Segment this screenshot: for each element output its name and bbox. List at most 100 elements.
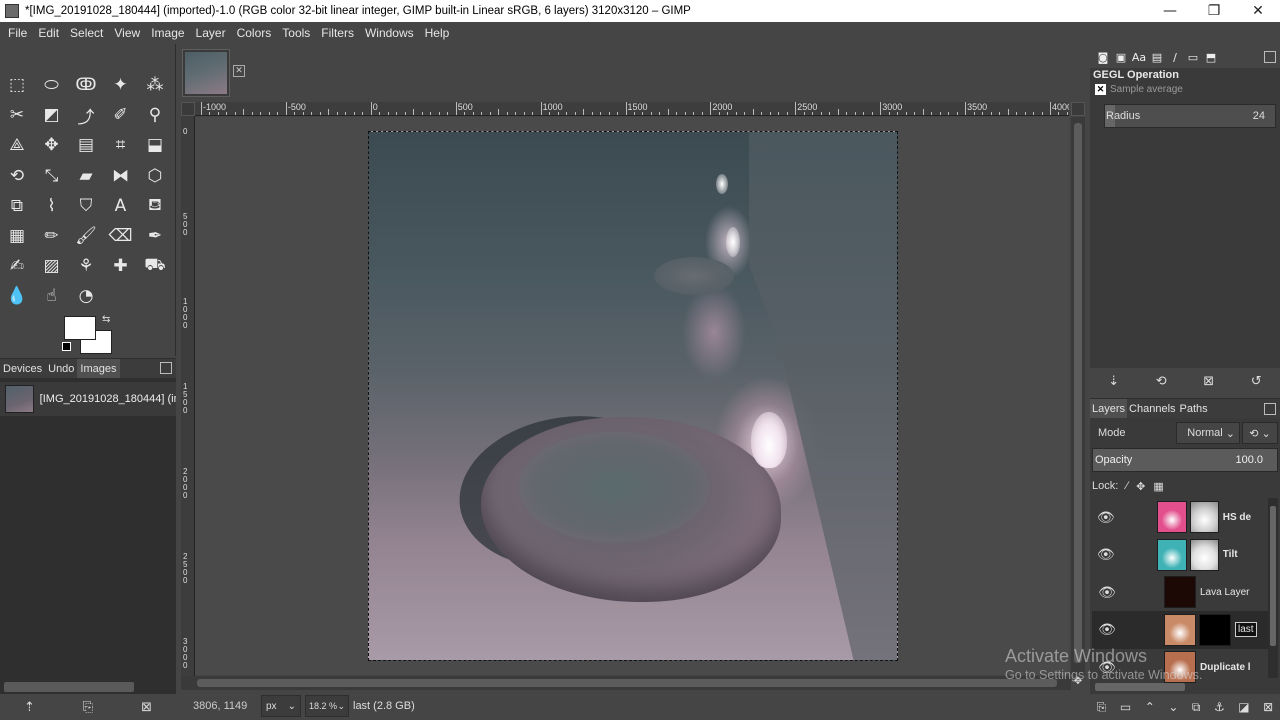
fonts-tab-icon[interactable]: Aa [1130,49,1148,65]
add-mask-icon[interactable]: ◪ [1238,700,1249,714]
menu-help[interactable]: Help [419,26,455,40]
image-tab[interactable] [182,49,230,97]
remove-operation-icon[interactable]: ✕ [1095,84,1106,95]
menu-file[interactable]: File [2,26,32,40]
bucket-fill-tool-icon[interactable]: ⛾ [142,193,168,219]
menu-image[interactable]: Image [145,26,189,40]
gradients-tab-icon[interactable]: ▭ [1184,49,1202,65]
dock-menu-icon[interactable] [160,362,172,374]
layer-thumbnail[interactable] [1164,576,1196,608]
crop-tool-icon[interactable]: ⌗ [108,132,134,158]
blur-sharpen-tool-icon[interactable]: 💧 [4,283,30,309]
shear-tool-icon[interactable]: ▰ [73,163,99,189]
layers-scrollbar[interactable] [1268,498,1278,678]
eye-icon[interactable]: 👁 [1094,584,1120,601]
close-window-button[interactable]: ✕ [1236,0,1280,22]
lock-position-icon[interactable]: ✥ [1136,480,1145,493]
menu-select[interactable]: Select [64,26,108,40]
zoom-select[interactable]: 18.2 % ⌄ [305,695,349,717]
canvas-vertical-scrollbar[interactable] [1071,117,1085,675]
perspective-clone-tool-icon[interactable]: ⛟ [142,253,168,279]
eye-icon[interactable]: 👁 [1094,509,1118,526]
lock-alpha-icon[interactable]: ▦ [1153,480,1163,493]
layer-mask-thumbnail[interactable] [1199,613,1231,646]
document-tab-icon[interactable]: ▤ [1148,49,1166,65]
tab-devices[interactable]: Devices [0,363,45,375]
move-tool-icon[interactable]: ✥ [39,132,65,158]
tab-channels[interactable]: Channels [1127,403,1177,415]
zoom-tool-icon[interactable]: ⚲ [142,102,168,128]
display-tab-icon[interactable]: ⬒ [1202,49,1220,65]
layer-row[interactable]: 👁 last [1092,610,1268,649]
restore-options-icon[interactable]: ⟲ [1156,374,1167,389]
ruler-corner[interactable] [181,102,195,116]
tab-undo[interactable]: Undo [45,363,77,375]
anchor-layer-icon[interactable]: ⚓ [1214,700,1225,714]
menu-windows[interactable]: Windows [359,26,419,40]
smudge-tool-icon[interactable]: ☝ [39,283,65,309]
duplicate-layer-icon[interactable]: ⧉ [1192,700,1201,715]
close-image-tab-icon[interactable]: ✕ [233,65,245,77]
scrollbar-thumb[interactable] [1270,506,1276,646]
save-options-icon[interactable]: ⇣ [1108,374,1119,389]
eye-icon[interactable]: 👁 [1094,546,1118,563]
image-list-item[interactable]: [IMG_20191028_180444] (im [0,382,176,416]
scrollbar-thumb[interactable] [197,679,1057,687]
dodge-burn-tool-icon[interactable]: ◔ [73,283,99,309]
rect-select-tool-icon[interactable]: ⬚ [4,72,30,98]
ellipse-select-tool-icon[interactable]: ⬭ [39,72,65,98]
canvas-area[interactable] [195,117,1069,675]
menu-tools[interactable]: Tools [276,26,315,40]
eye-icon[interactable]: 👁 [1094,621,1120,638]
rotate-tool-icon[interactable]: ⟲ [4,163,30,189]
layer-name[interactable]: last [1235,622,1257,637]
perspective-tool-icon[interactable]: ⬡ [142,163,168,189]
3d-transform-tool-icon[interactable]: ⧉ [4,193,30,219]
paintbrush-tool-icon[interactable]: 🖌 [73,223,99,249]
new-layer-group-icon[interactable]: ▭ [1120,700,1131,714]
layers-horizontal-scrollbar[interactable] [1095,683,1185,691]
radius-spin-scale[interactable]: Radius 24 [1104,104,1276,128]
layer-thumbnail[interactable] [1157,501,1187,533]
align-tool-icon[interactable]: ▤ [73,132,99,158]
horizontal-ruler[interactable]: -1000 -500 0 500 1000 1500 2000 2500 3000 3500 400… [195,102,1069,116]
raise-layer-icon[interactable]: ⌃ [1145,700,1155,714]
menu-colors[interactable]: Colors [231,26,277,40]
heal-tool-icon[interactable]: ✚ [108,253,134,279]
layer-row[interactable]: 👁 HS de [1092,498,1268,536]
ink-tool-icon[interactable]: ✍ [4,253,30,279]
zoom-follow-icon[interactable] [1071,102,1085,116]
tab-layers[interactable]: Layers [1090,398,1128,419]
swap-colors-icon[interactable]: ⇆ [102,314,110,325]
layer-thumbnail[interactable] [1157,538,1187,571]
patterns-tab-icon[interactable]: ▣ [1112,49,1130,65]
menu-edit[interactable]: Edit [32,26,64,40]
raise-view-icon[interactable]: ⇡ [24,700,35,715]
menu-filters[interactable]: Filters [315,26,359,40]
new-layer-icon[interactable]: ⎘ [1097,700,1107,715]
dock-menu-icon[interactable] [1264,403,1276,415]
delete-image-icon[interactable]: ⊠ [141,700,152,715]
dock-menu-icon[interactable] [1264,51,1276,63]
maximize-button[interactable]: ❐ [1192,0,1236,22]
default-colors-icon[interactable] [62,342,71,351]
fuzzy-select-tool-icon[interactable]: ✦ [108,72,134,98]
scrollbar-thumb[interactable] [1074,123,1082,663]
free-select-tool-icon[interactable]: ↂ [73,72,99,98]
delete-options-icon[interactable]: ⊠ [1203,374,1214,389]
minimize-button[interactable]: — [1148,0,1192,22]
gradient-tool-icon[interactable]: ▦ [4,223,30,249]
mypaint-brush-tool-icon[interactable]: ▨ [39,253,65,279]
brushes-tab-icon[interactable]: ∕ [1166,49,1184,65]
tool-options-tab-icon[interactable]: ◙ [1094,49,1112,65]
composite-mode-button[interactable]: ⟲ ⌄ [1242,422,1278,444]
measure-tool-icon[interactable]: ⟁ [4,132,30,158]
scissors-select-tool-icon[interactable]: ✂ [4,102,30,128]
clone-tool-icon[interactable]: ⚘ [73,253,99,279]
paths-tool-icon[interactable]: ⤴ [73,102,99,128]
layer-row[interactable]: 👁 Tilt [1092,536,1268,574]
lower-layer-icon[interactable]: ⌄ [1168,700,1178,714]
images-panel-scrollbar[interactable] [4,682,134,692]
vertical-ruler[interactable]: 0 500 1000 1500 2000 2500 3000 [181,116,195,676]
pencil-tool-icon[interactable]: ✏ [39,223,65,249]
